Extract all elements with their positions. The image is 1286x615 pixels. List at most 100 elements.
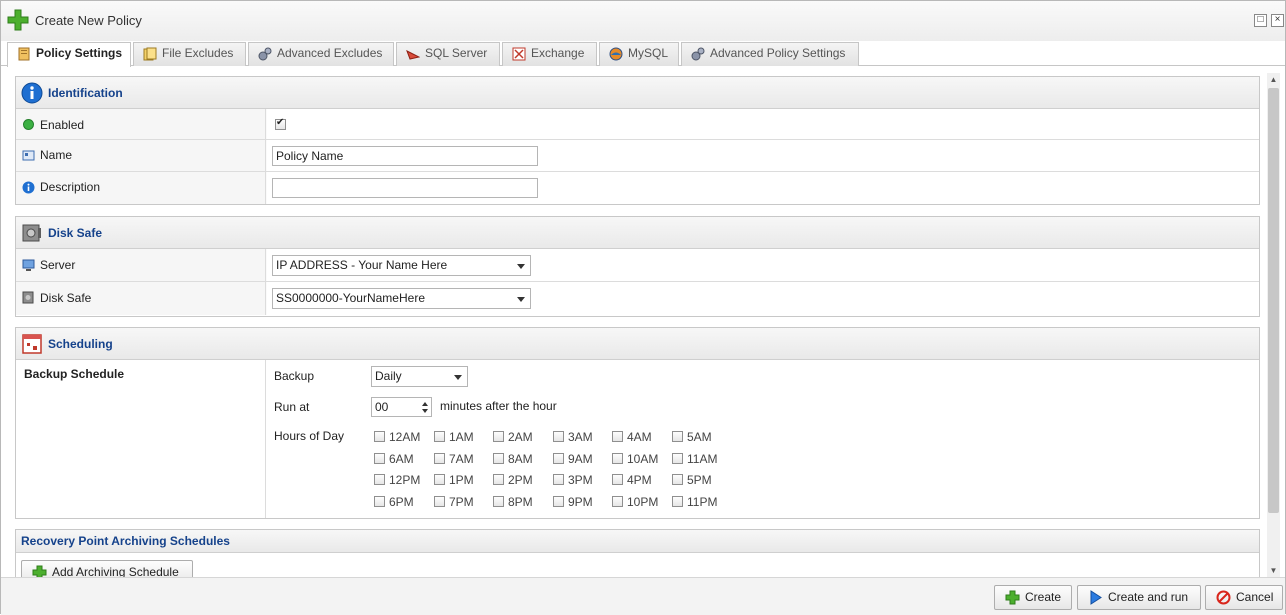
tab-sql-server[interactable]: SQL Server [396, 42, 500, 66]
backup-frequency-select[interactable]: Daily [371, 366, 468, 387]
checkbox[interactable] [434, 453, 445, 464]
hour-checkbox-12pm[interactable]: 12PM [374, 472, 434, 488]
checkbox[interactable] [612, 431, 623, 442]
tab-advanced-policy-settings[interactable]: Advanced Policy Settings [681, 42, 859, 66]
run-at-label: Run at [274, 400, 310, 414]
checkbox[interactable] [493, 496, 504, 507]
hour-checkbox-1am[interactable]: 1AM [434, 429, 494, 445]
add-archiving-schedule-button[interactable]: Add Archiving Schedule [21, 560, 193, 577]
checkbox[interactable] [434, 496, 445, 507]
scheduling-header: Scheduling [16, 328, 1259, 360]
checkbox[interactable] [493, 474, 504, 485]
checkbox[interactable] [553, 496, 564, 507]
checkbox[interactable] [374, 474, 385, 485]
checkbox[interactable] [493, 453, 504, 464]
scroll-down-arrow-icon[interactable]: ▼ [1267, 564, 1280, 577]
hour-checkbox-8pm[interactable]: 8PM [493, 494, 553, 510]
scroll-up-arrow-icon[interactable]: ▲ [1267, 73, 1280, 86]
section-title: Identification [48, 86, 123, 100]
info-icon [22, 181, 35, 194]
scroll-thumb[interactable] [1268, 88, 1279, 513]
hour-label: 1AM [449, 430, 474, 444]
hour-checkbox-2am[interactable]: 2AM [493, 429, 553, 445]
checkbox[interactable] [612, 474, 623, 485]
run-at-spinner[interactable]: 00 [371, 397, 432, 417]
disk-safe-header: Disk Safe [16, 217, 1259, 249]
hour-label: 8AM [508, 452, 533, 466]
cancel-icon [1216, 590, 1231, 605]
checkbox[interactable] [672, 431, 683, 442]
hour-label: 9PM [568, 495, 593, 509]
hour-checkbox-1pm[interactable]: 1PM [434, 472, 494, 488]
hour-checkbox-11pm[interactable]: 11PM [672, 494, 732, 510]
checkbox[interactable] [374, 453, 385, 464]
hour-checkbox-4pm[interactable]: 4PM [612, 472, 672, 488]
description-input[interactable] [272, 178, 538, 198]
hour-label: 6AM [389, 452, 414, 466]
name-input[interactable]: Policy Name [272, 146, 538, 166]
tab-policy-settings[interactable]: Policy Settings [7, 42, 131, 67]
hour-label: 5PM [687, 473, 712, 487]
checkbox[interactable] [374, 496, 385, 507]
spinner-up-icon[interactable] [422, 402, 428, 406]
identification-header: Identification [16, 77, 1259, 109]
disk-safe-label: Disk Safe [40, 291, 92, 305]
server-row: Server IP ADDRESS - Your Name Here [16, 249, 1259, 282]
enabled-checkbox[interactable] [275, 117, 286, 130]
hour-checkbox-3am[interactable]: 3AM [553, 429, 613, 445]
hour-label: 1PM [449, 473, 474, 487]
hour-checkbox-5pm[interactable]: 5PM [672, 472, 732, 488]
run-at-suffix: minutes after the hour [440, 399, 557, 413]
checkbox[interactable] [553, 474, 564, 485]
hour-checkbox-10am[interactable]: 10AM [612, 451, 672, 467]
hour-checkbox-2pm[interactable]: 2PM [493, 472, 553, 488]
tab-exchange[interactable]: Exchange [502, 42, 597, 66]
server-select[interactable]: IP ADDRESS - Your Name Here [272, 255, 531, 276]
add-icon [1005, 590, 1020, 605]
tab-advanced-excludes[interactable]: Advanced Excludes [248, 42, 394, 66]
spinner-down-icon[interactable] [422, 409, 428, 413]
checkbox[interactable] [553, 431, 564, 442]
hour-checkbox-7am[interactable]: 7AM [434, 451, 494, 467]
hour-checkbox-12am[interactable]: 12AM [374, 429, 434, 445]
hour-label: 2AM [508, 430, 533, 444]
add-policy-icon [7, 9, 29, 31]
hour-label: 7AM [449, 452, 474, 466]
checkbox[interactable] [374, 431, 385, 442]
checkbox[interactable] [672, 474, 683, 485]
exchange-icon [512, 47, 526, 61]
hour-checkbox-11am[interactable]: 11AM [672, 451, 732, 467]
vertical-scrollbar[interactable]: ▲ ▼ [1267, 73, 1280, 577]
disk-safe-row: Disk Safe SS0000000-YourNameHere [16, 282, 1259, 315]
hour-checkbox-10pm[interactable]: 10PM [612, 494, 672, 510]
hour-checkbox-9am[interactable]: 9AM [553, 451, 613, 467]
disk-safe-select[interactable]: SS0000000-YourNameHere [272, 288, 531, 309]
hour-checkbox-6pm[interactable]: 6PM [374, 494, 434, 510]
tab-file-excludes[interactable]: File Excludes [133, 42, 246, 66]
checkbox[interactable] [493, 431, 504, 442]
hour-checkbox-6am[interactable]: 6AM [374, 451, 434, 467]
checkbox[interactable] [612, 496, 623, 507]
section-title: Disk Safe [48, 226, 103, 240]
close-button[interactable]: × [1271, 14, 1284, 27]
create-and-run-button[interactable]: Create and run [1077, 585, 1201, 610]
hour-checkbox-9pm[interactable]: 9PM [553, 494, 613, 510]
tab-mysql[interactable]: MySQL [599, 42, 679, 66]
server-label: Server [40, 258, 76, 272]
checkbox[interactable] [672, 453, 683, 464]
checkbox[interactable] [434, 474, 445, 485]
checkbox[interactable] [672, 496, 683, 507]
hour-checkbox-7pm[interactable]: 7PM [434, 494, 494, 510]
hour-checkbox-5am[interactable]: 5AM [672, 429, 732, 445]
cancel-button[interactable]: Cancel [1205, 585, 1283, 610]
tab-content: Identification Enabled Name Policy Name [1, 67, 1267, 577]
create-button[interactable]: Create [994, 585, 1072, 610]
checkbox[interactable] [434, 431, 445, 442]
maximize-button[interactable]: □ [1254, 14, 1267, 27]
hour-checkbox-4am[interactable]: 4AM [612, 429, 672, 445]
hour-checkbox-8am[interactable]: 8AM [493, 451, 553, 467]
hour-checkbox-3pm[interactable]: 3PM [553, 472, 613, 488]
checkbox[interactable] [553, 453, 564, 464]
section-title: Scheduling [48, 337, 113, 351]
checkbox[interactable] [612, 453, 623, 464]
